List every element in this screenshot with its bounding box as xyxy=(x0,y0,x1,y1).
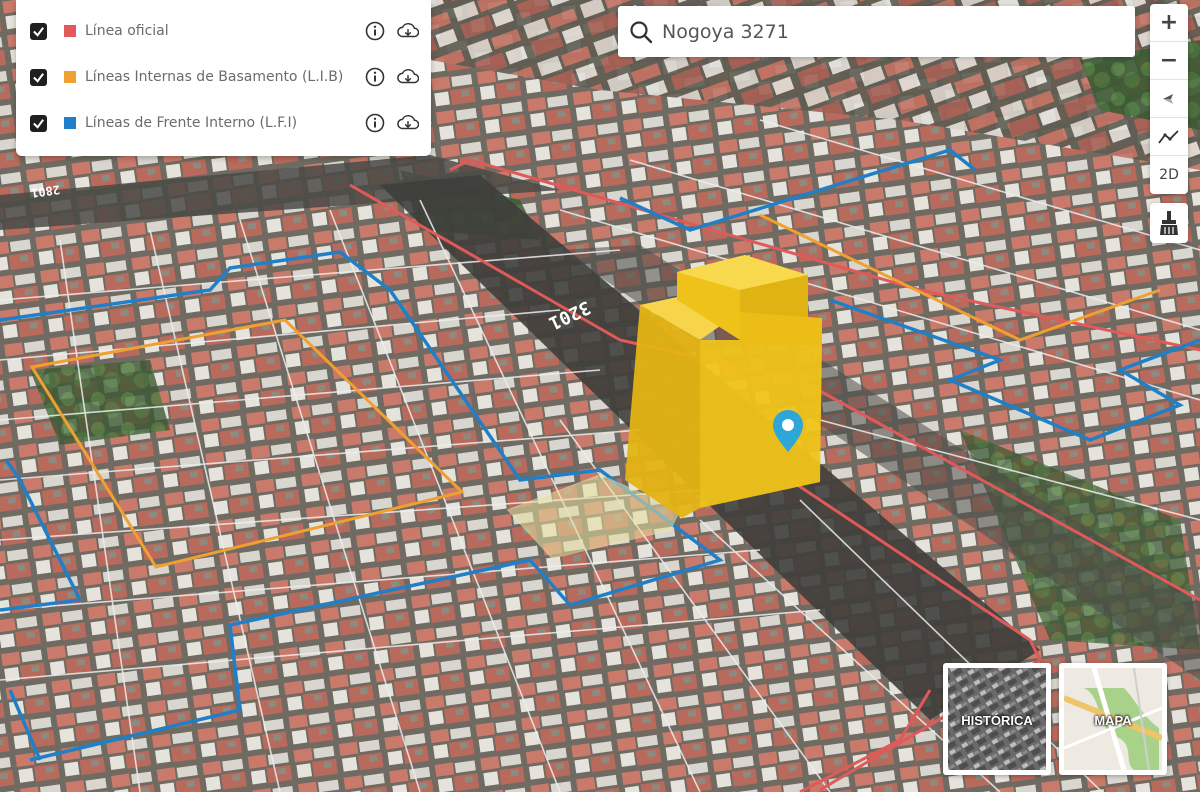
cloud-download-icon[interactable] xyxy=(397,112,419,134)
info-icon[interactable] xyxy=(364,20,386,42)
compass-button[interactable] xyxy=(1150,80,1188,118)
search-input[interactable] xyxy=(662,20,1102,43)
info-icon[interactable] xyxy=(364,66,386,88)
layer-label: Línea oficial xyxy=(85,23,169,39)
elevation-profile-button[interactable] xyxy=(1150,118,1188,156)
layer-row-lib: Líneas Internas de Basamento (L.I.B) xyxy=(16,54,431,100)
zoom-in-label: + xyxy=(1159,10,1179,35)
layer-label: Líneas Internas de Basamento (L.I.B) xyxy=(85,69,344,85)
layers-panel: Línea oficial Líneas Internas de Basamen… xyxy=(16,0,431,156)
cloud-download-icon[interactable] xyxy=(397,20,419,42)
search-box[interactable] xyxy=(618,6,1135,57)
clear-brush-button[interactable] xyxy=(1150,203,1188,243)
zoom-out-button[interactable]: − xyxy=(1150,42,1188,80)
layer-row-linea-oficial: Línea oficial xyxy=(16,8,431,54)
basemap-historica-thumbnail: HISTÓRICA xyxy=(948,668,1046,770)
search-icon[interactable] xyxy=(628,19,654,45)
zoom-in-button[interactable]: + xyxy=(1150,4,1188,42)
layer-checkbox-linea-oficial[interactable] xyxy=(30,22,47,40)
cloud-download-icon[interactable] xyxy=(397,66,419,88)
toggle-2d-label: 2D xyxy=(1159,167,1179,183)
line-chart-icon xyxy=(1158,129,1179,144)
layer-row-lfi: Líneas de Frente Interno (L.F.I) xyxy=(16,100,431,146)
layer-color-swatch xyxy=(64,71,76,83)
zoom-out-label: − xyxy=(1159,48,1179,73)
map-controls: + − 2D xyxy=(1150,4,1188,194)
basemap-historica-label: HISTÓRICA xyxy=(961,713,1033,728)
basemap-historica[interactable]: HISTÓRICA xyxy=(943,663,1051,775)
compass-icon xyxy=(1163,93,1173,104)
basemap-mapa-thumbnail: MAPA xyxy=(1064,668,1162,770)
toggle-2d-button[interactable]: 2D xyxy=(1150,156,1188,194)
basemap-mapa-label: MAPA xyxy=(1094,713,1132,728)
layer-color-swatch xyxy=(64,117,76,129)
layer-checkbox-lfi[interactable] xyxy=(30,114,47,132)
info-icon[interactable] xyxy=(364,112,386,134)
layer-color-swatch xyxy=(64,25,76,37)
basemap-mapa[interactable]: MAPA xyxy=(1059,663,1167,775)
layer-label: Líneas de Frente Interno (L.F.I) xyxy=(85,115,298,131)
layer-checkbox-lib[interactable] xyxy=(30,68,47,86)
brush-icon xyxy=(1160,211,1178,235)
